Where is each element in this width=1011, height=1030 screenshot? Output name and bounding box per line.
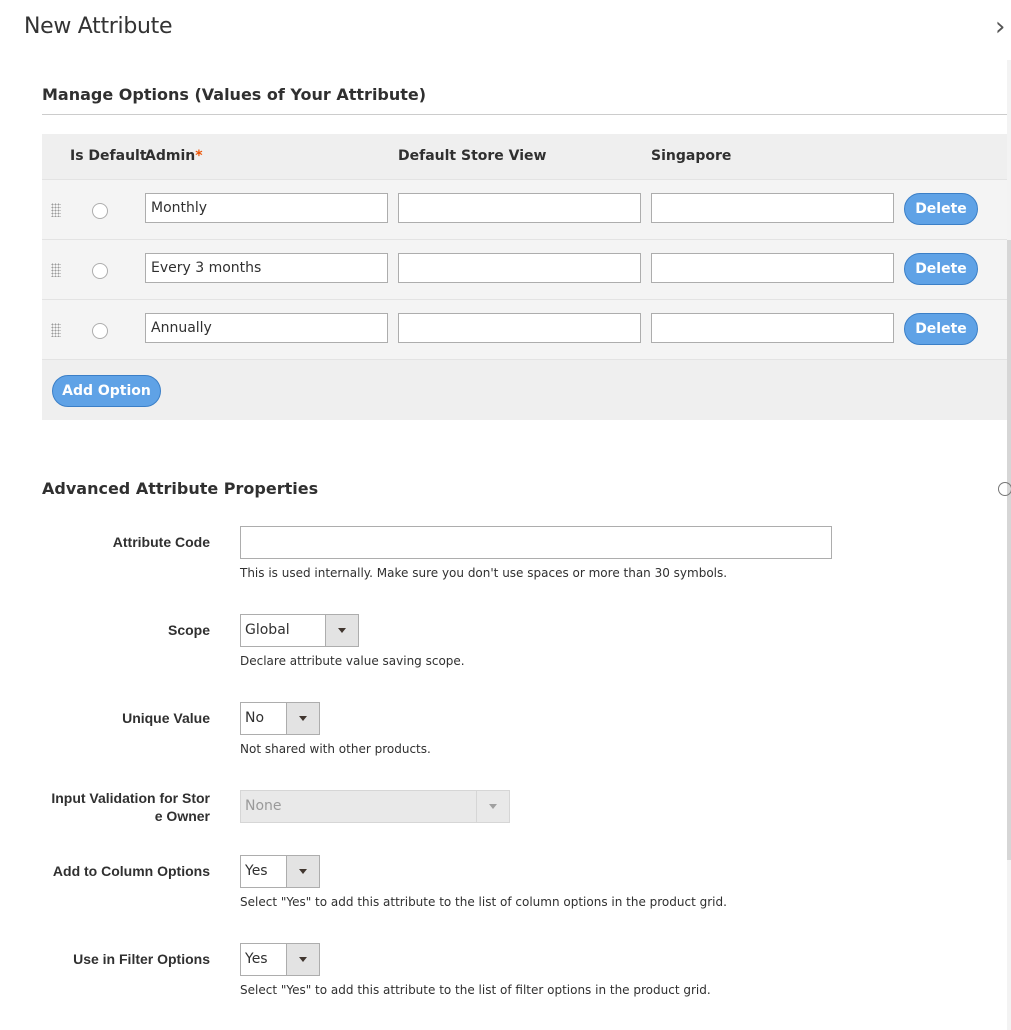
singapore-input[interactable] <box>651 193 894 223</box>
add-to-column-select[interactable]: Yes <box>240 855 320 888</box>
admin-value-input[interactable] <box>145 313 388 343</box>
unique-value-select[interactable]: No <box>240 702 320 735</box>
advanced-properties-title[interactable]: Advanced Attribute Properties <box>42 479 318 498</box>
use-in-filter-note: Select "Yes" to add this attribute to th… <box>240 983 711 997</box>
default-store-view-input[interactable] <box>398 253 641 283</box>
delete-button[interactable]: Delete <box>904 313 978 345</box>
manage-options-title: Manage Options (Values of Your Attribute… <box>42 85 427 104</box>
column-header-singapore: Singapore <box>651 148 732 164</box>
use-in-filter-value: Yes <box>245 951 268 967</box>
input-validation-label: Input Validation for Stor e Owner <box>51 789 210 825</box>
dropdown-arrow-icon <box>286 856 319 887</box>
attribute-code-note: This is used internally. Make sure you d… <box>240 566 728 580</box>
input-validation-label-line1: Input Validation for Stor <box>51 790 210 806</box>
unique-value-label: Unique Value <box>122 710 210 726</box>
unique-value-note: Not shared with other products. <box>240 742 431 756</box>
scope-label: Scope <box>167 622 210 638</box>
row-divider <box>42 359 1007 361</box>
input-validation-select: None <box>240 790 510 823</box>
input-validation-label-line2: e Owner <box>154 808 210 824</box>
admin-value-input[interactable] <box>145 253 388 283</box>
add-option-button[interactable]: Add Option <box>52 375 161 407</box>
input-validation-value: None <box>245 798 282 814</box>
delete-button[interactable]: Delete <box>904 253 978 285</box>
add-to-column-value: Yes <box>245 863 268 879</box>
delete-button[interactable]: Delete <box>904 193 978 225</box>
scrollbar[interactable] <box>1007 60 1011 1030</box>
section-divider <box>42 114 1007 115</box>
is-default-radio[interactable] <box>92 203 108 219</box>
unique-value-value: No <box>245 710 265 726</box>
dropdown-arrow-icon <box>286 703 319 734</box>
page-title: New Attribute <box>24 14 173 39</box>
dropdown-arrow-icon <box>325 615 358 646</box>
scope-value: Global <box>245 622 290 638</box>
singapore-input[interactable] <box>651 313 894 343</box>
singapore-input[interactable] <box>651 253 894 283</box>
add-to-column-label: Add to Column Options <box>52 863 210 879</box>
is-default-radio[interactable] <box>92 323 108 339</box>
default-store-view-input[interactable] <box>398 313 641 343</box>
column-header-admin: Admin* <box>145 148 203 164</box>
attribute-code-input[interactable] <box>240 526 832 559</box>
required-asterisk: * <box>195 148 203 164</box>
column-header-is-default: Is Default <box>70 148 147 164</box>
add-to-column-note: Select "Yes" to add this attribute to th… <box>240 895 727 909</box>
is-default-radio[interactable] <box>92 263 108 279</box>
default-store-view-input[interactable] <box>398 193 641 223</box>
scope-select[interactable]: Global <box>240 614 359 647</box>
dropdown-arrow-icon <box>476 791 509 822</box>
use-in-filter-select[interactable]: Yes <box>240 943 320 976</box>
attribute-code-label: Attribute Code <box>112 534 210 550</box>
scope-note: Declare attribute value saving scope. <box>240 654 465 668</box>
column-header-default-store-view: Default Store View <box>398 148 547 164</box>
scrollbar-thumb[interactable] <box>1007 240 1011 860</box>
close-chevron-icon[interactable]: › <box>995 10 1011 44</box>
dropdown-arrow-icon <box>286 944 319 975</box>
admin-label: Admin <box>145 148 196 164</box>
admin-value-input[interactable] <box>145 193 388 223</box>
drag-handle-icon[interactable] <box>51 203 61 217</box>
use-in-filter-label: Use in Filter Options <box>73 951 210 967</box>
collapse-toggle-icon[interactable] <box>998 482 1011 496</box>
drag-handle-icon[interactable] <box>51 263 61 277</box>
drag-handle-icon[interactable] <box>51 323 61 337</box>
